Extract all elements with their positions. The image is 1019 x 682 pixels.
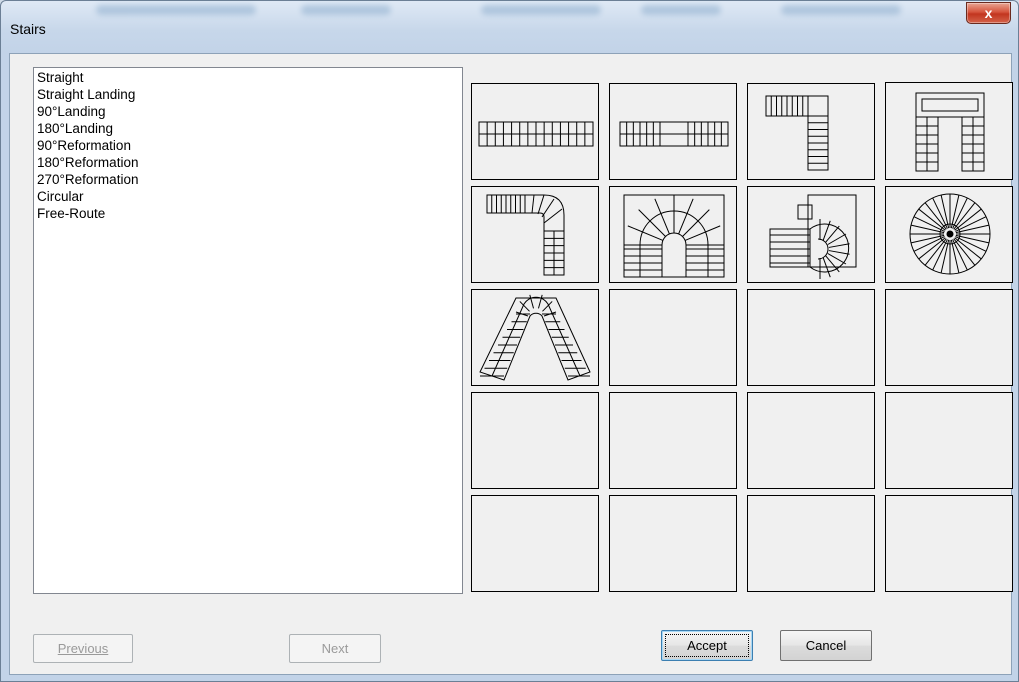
preview-straight-landing[interactable] [609,83,737,180]
270-reformation-stair-icon [769,194,857,279]
cancel-button-label: Cancel [805,638,847,653]
preview-180-landing[interactable] [885,82,1013,180]
preview-180-reformation[interactable] [609,186,737,283]
circular-stair-icon [909,193,991,275]
preview-270-reformation[interactable] [747,186,875,283]
stair-type-list[interactable]: Straight Straight Landing 90°Landing 180°La… [33,67,463,594]
straight-landing-stair-icon [619,121,729,147]
previous-button[interactable]: Previous [33,634,133,663]
close-button[interactable]: x [966,2,1011,24]
next-button[interactable]: Next [289,634,381,663]
list-item[interactable]: 90°Landing [37,103,459,120]
90-reformation-stair-icon [486,194,565,276]
list-item[interactable]: 180°Reformation [37,154,459,171]
empty-preview-cell[interactable] [609,289,737,386]
preview-90-reformation[interactable] [471,186,599,283]
free-route-stair-icon [479,294,591,381]
list-item[interactable]: Straight Landing [37,86,459,103]
preview-straight[interactable] [471,83,599,180]
empty-preview-cell[interactable] [471,495,599,592]
straight-stair-icon [478,121,594,147]
list-item[interactable]: 90°Reformation [37,137,459,154]
accept-button[interactable]: Accept [661,630,753,661]
list-item[interactable]: 180°Landing [37,120,459,137]
90-landing-stair-icon [765,95,829,171]
preview-circular[interactable] [885,186,1013,283]
next-button-label: Next [321,641,349,656]
previous-button-label: Previous [57,641,109,656]
empty-preview-cell[interactable] [885,495,1013,592]
window-title: Stairs [10,21,46,37]
empty-preview-cell[interactable] [609,495,737,592]
empty-preview-cell[interactable] [885,289,1013,386]
list-item[interactable]: Circular [37,188,459,205]
empty-preview-cell[interactable] [747,495,875,592]
dialog-client-area: Straight Straight Landing 90°Landing 180°La… [9,53,1013,675]
180-landing-stair-icon [915,92,985,172]
empty-preview-cell[interactable] [747,289,875,386]
empty-preview-cell[interactable] [609,392,737,489]
cancel-button[interactable]: Cancel [780,630,872,661]
close-icon: x [984,5,993,21]
accept-button-label: Accept [687,638,727,653]
empty-preview-cell[interactable] [747,392,875,489]
stairs-dialog-window: Stairs x Straight Straight Landing 90°Land… [0,0,1019,682]
empty-preview-cell[interactable] [471,392,599,489]
list-item[interactable]: 270°Reformation [37,171,459,188]
list-item[interactable]: Straight [37,69,459,86]
preview-90-landing[interactable] [747,83,875,180]
list-item[interactable]: Free-Route [37,205,459,222]
180-reformation-stair-icon [623,194,725,278]
title-bar[interactable]: Stairs x [1,1,1018,53]
preview-free-route[interactable] [471,289,599,386]
empty-preview-cell[interactable] [885,392,1013,489]
